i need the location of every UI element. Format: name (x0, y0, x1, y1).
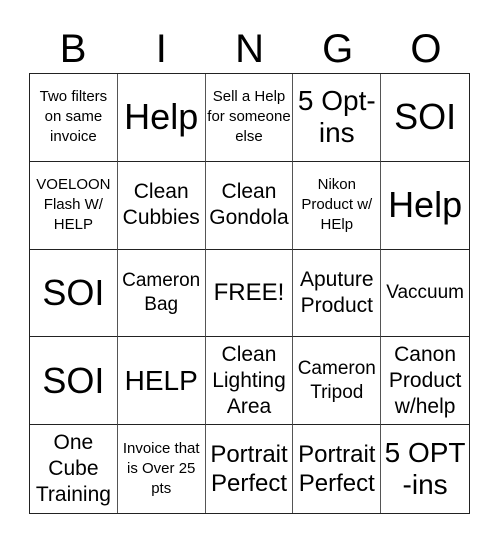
bingo-cell-text: One Cube Training (35, 431, 111, 507)
bingo-cell[interactable]: 5 OPT -ins (381, 425, 469, 513)
bingo-cell[interactable]: Portrait Perfect (293, 425, 382, 513)
bingo-grid: Two filters on same invoice Help Sell a He… (29, 73, 470, 514)
bingo-cell-text: Help (124, 96, 199, 138)
bingo-cell[interactable]: Invoice that is Over 25 pts (118, 425, 206, 513)
bingo-cell[interactable]: One Cube Training (30, 425, 118, 513)
bingo-cell-text: 5 Opt-ins (297, 85, 376, 149)
bingo-cell-text: Clean Cubbies (122, 180, 200, 230)
header-letter-n: N (235, 27, 264, 71)
bingo-cell[interactable]: VOELOON Flash W/ HELP (30, 161, 118, 250)
header-letter-g: G (322, 27, 354, 71)
bingo-cell-text: SOI (42, 359, 105, 401)
bingo-cell-text: Canon Product w/help (388, 342, 462, 418)
bingo-cell[interactable]: SOI (30, 337, 118, 426)
bingo-cell-text: 5 OPT -ins (384, 437, 466, 501)
bingo-cell-text: Help (388, 184, 463, 226)
bingo-cell-text: Vaccuum (386, 281, 464, 303)
bingo-cell[interactable]: SOI (381, 74, 469, 162)
bingo-cell[interactable]: Help (117, 74, 206, 162)
bingo-cell[interactable]: Nikon Product w/ HElp (293, 161, 382, 250)
bingo-cell-text: Portrait Perfect (298, 441, 376, 498)
bingo-cell-text: Invoice that is Over 25 pts (122, 440, 200, 498)
bingo-cell[interactable]: Clean Cubbies (117, 161, 206, 250)
bingo-cell[interactable]: Two filters on same invoice (30, 74, 118, 162)
bingo-cell[interactable]: Cameron Tripod (293, 337, 382, 426)
bingo-cell-text: Portrait Perfect (210, 441, 288, 498)
bingo-cell[interactable]: Cameron Bag (117, 249, 206, 338)
bingo-cell-text: Cameron Bag (122, 269, 201, 315)
bingo-cell[interactable]: Aputure Product (293, 249, 382, 338)
bingo-cell[interactable]: Vaccuum (381, 250, 469, 338)
bingo-header: B I N G O (29, 26, 470, 72)
bingo-cell[interactable]: HELP (117, 337, 206, 426)
bingo-cell-text: FREE! (213, 279, 285, 307)
bingo-cell-text: SOI (42, 271, 105, 313)
bingo-cell-text: Clean Gondola (209, 180, 289, 230)
bingo-cell[interactable]: Clean Lighting Area (205, 337, 294, 426)
bingo-cell-text: Two filters on same invoice (39, 88, 108, 146)
bingo-cell[interactable]: FREE! (205, 249, 294, 338)
bingo-cell-text: Cameron Tripod (297, 357, 376, 403)
bingo-cell-text: SOI (394, 96, 457, 138)
bingo-cell[interactable]: 5 Opt-ins (293, 74, 382, 162)
bingo-cell-text: Aputure Product (300, 267, 374, 317)
bingo-cell[interactable]: Sell a Help for someone else (205, 74, 294, 162)
bingo-cell-text: Clean Lighting Area (212, 342, 286, 418)
header-letter-b: B (59, 27, 87, 71)
bingo-cell[interactable]: Portrait Perfect (206, 425, 294, 513)
bingo-cell[interactable]: Help (381, 162, 469, 250)
bingo-cell-text: Nikon Product w/ HElp (301, 176, 373, 234)
bingo-cell[interactable]: SOI (30, 249, 118, 338)
header-letter-o: O (410, 27, 442, 71)
header-letter-i: I (155, 27, 167, 71)
bingo-cell-text: Sell a Help for someone else (207, 88, 291, 146)
bingo-cell-text: VOELOON Flash W/ HELP (36, 176, 111, 234)
bingo-cell-text: HELP (124, 364, 198, 396)
bingo-cell[interactable]: Canon Product w/help (381, 337, 469, 426)
bingo-cell[interactable]: Clean Gondola (205, 161, 294, 250)
